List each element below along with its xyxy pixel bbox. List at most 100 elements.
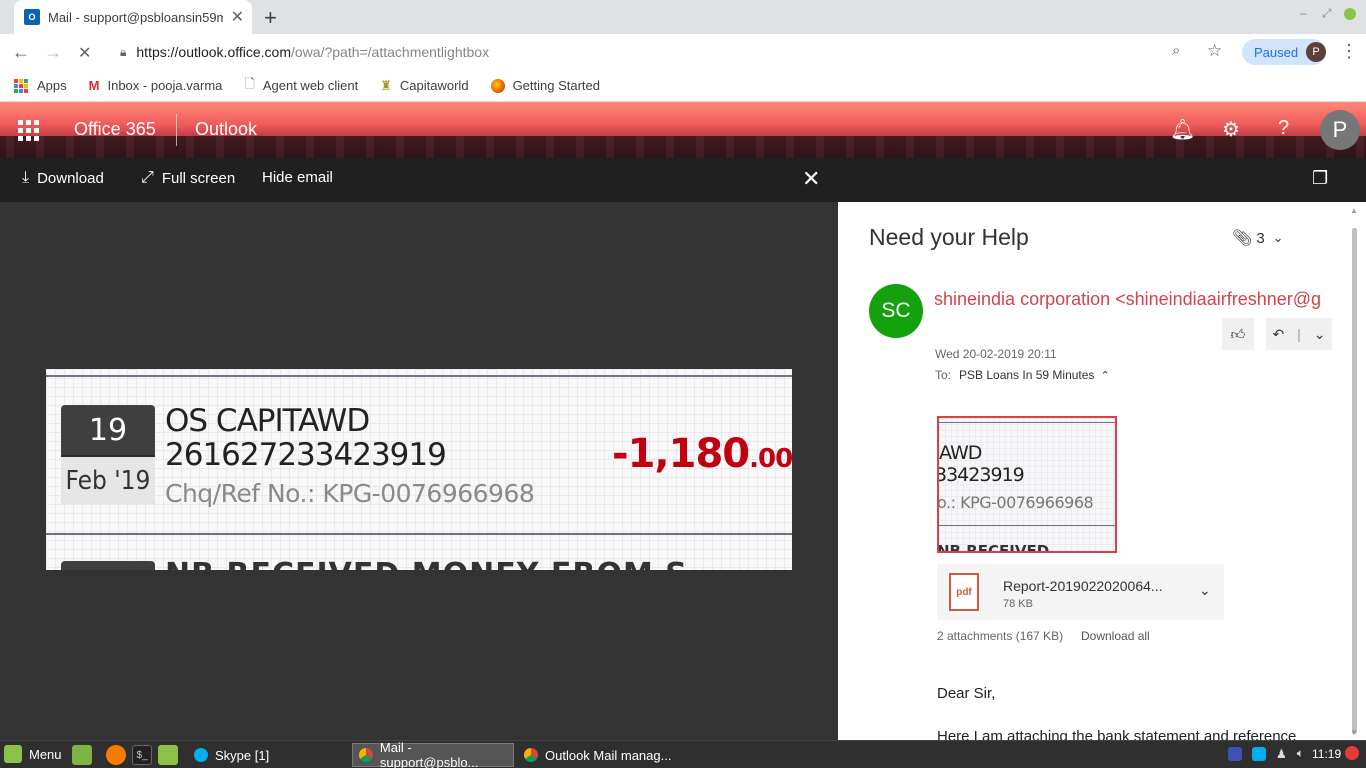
browser-tab-strip: O Mail - support@psbloansin59m ✕ + – ⤢ — [0, 0, 1366, 34]
attachment-image[interactable]: 19 Feb '19 OS CAPITAWD 261627233423919 C… — [46, 369, 792, 570]
bookmark-capitaworld[interactable]: ♜ Capitaworld — [380, 78, 468, 94]
thumbs-up-icon: 👍︎ — [1230, 325, 1246, 342]
bookmark-label: Getting Started — [512, 78, 601, 93]
sender-avatar[interactable]: SC — [869, 284, 923, 338]
outlook-app-name[interactable]: Outlook — [195, 119, 257, 140]
bookmark-apps[interactable]: Apps — [14, 78, 67, 93]
reply-all-icon: ↶ — [1272, 325, 1285, 342]
divider — [939, 422, 1115, 423]
new-tab-button[interactable]: + — [264, 5, 277, 31]
skype-tray-icon[interactable] — [1252, 746, 1266, 761]
download-all-link[interactable]: Download all — [1081, 629, 1150, 643]
stop-loading-icon[interactable]: ✕ — [78, 43, 91, 63]
header-divider — [176, 114, 177, 146]
skype-icon — [194, 748, 208, 762]
recipients-line[interactable]: To: PSB Loans In 59 Minutes ⌃ — [935, 368, 1110, 382]
folder-launcher-icon[interactable] — [158, 745, 178, 765]
mint-logo-icon — [4, 745, 22, 763]
attachment-thumbnail[interactable]: AWD 33423919 o.: KPG-0076966968 NB RECEI… — [937, 416, 1117, 553]
firefox-icon — [490, 78, 505, 93]
divider — [939, 525, 1115, 526]
notifications-bell-icon[interactable]: 🔔︎ — [1170, 117, 1195, 142]
bookmark-getting-started[interactable]: Getting Started — [490, 78, 601, 93]
power-icon[interactable] — [1345, 746, 1359, 760]
hide-email-button[interactable]: Hide email — [262, 169, 333, 186]
sent-date: Wed 20-02-2019 20:11 — [935, 347, 1057, 361]
taskbar-item-skype[interactable]: Skype [1] — [188, 743, 348, 767]
firefox-launcher-icon[interactable] — [106, 745, 126, 765]
volume-icon[interactable]: 🔈︎ — [1297, 746, 1304, 761]
bookmark-star-icon[interactable]: ☆ — [1207, 41, 1222, 61]
zoom-icon[interactable]: ⌕ — [1172, 42, 1180, 59]
outlook-favicon-icon: O — [24, 9, 40, 25]
tab-title: Mail - support@psbloansin59m — [48, 9, 223, 25]
bookmark-inbox[interactable]: M Inbox - pooja.varma — [89, 78, 223, 93]
attachment-count: 3 — [1256, 229, 1265, 247]
office365-brand[interactable]: Office 365 — [74, 119, 156, 140]
transaction-account: 261627233423919 — [165, 437, 447, 473]
attachment-lightbox-toolbar: ⤓ Download ⤢ Full screen Hide email ✕ ❐ — [0, 158, 1366, 202]
chevron-down-icon: ⌄ — [1272, 230, 1284, 245]
files-launcher-icon[interactable] — [72, 745, 92, 765]
notification-icon[interactable]: ♟ — [1276, 747, 1287, 761]
settings-gear-icon[interactable]: ⚙ — [1222, 117, 1240, 142]
collapse-caret-icon[interactable]: ⌃ — [1100, 370, 1109, 382]
bookmark-label: Apps — [37, 78, 67, 93]
chrome-icon — [524, 748, 538, 762]
task-label: Outlook Mail manag... — [545, 747, 672, 763]
menu-label: Menu — [29, 746, 62, 762]
next-date-badge — [61, 561, 155, 570]
transaction-reference: Chq/Ref No.: KPG-0076966968 — [165, 479, 535, 508]
expand-icon: ⤢ — [141, 169, 154, 186]
thumbnail-text: NB RECEIVED MONEY FROM S — [937, 542, 1050, 553]
thumbnail-text: o.: KPG-0076966968 — [937, 493, 1094, 512]
pdf-file-icon: pdf — [949, 573, 979, 611]
bookmark-label: Inbox - pooja.varma — [107, 78, 223, 93]
sender-name[interactable]: shineindia corporation <shineindiaairfre… — [934, 289, 1321, 310]
close-window-button[interactable] — [1344, 8, 1356, 20]
browser-tab[interactable]: O Mail - support@psbloansin59m ✕ — [14, 0, 252, 34]
like-button[interactable]: 👍︎ — [1222, 318, 1254, 350]
taskbar-item-mail[interactable]: Mail - support@psblo... — [352, 740, 514, 770]
close-lightbox-icon[interactable]: ✕ — [802, 166, 820, 192]
address-bar[interactable]: 🔒︎ https://outlook.office.com/owa/?path=… — [108, 38, 1232, 66]
taskbar-item-outlook-manager[interactable]: Outlook Mail manag... — [518, 743, 678, 767]
profile-avatar: P — [1306, 42, 1326, 62]
app-launcher-icon[interactable] — [0, 102, 56, 158]
scroll-down-arrow-icon[interactable]: ▼ — [1350, 728, 1358, 737]
bookmarks-bar: Apps M Inbox - pooja.varma 🗋 Agent web c… — [0, 70, 1366, 102]
scroll-up-arrow-icon[interactable]: ▲ — [1350, 206, 1358, 215]
page-icon: 🗋 — [244, 75, 255, 91]
amount-decimal: .00 — [749, 444, 792, 474]
profile-button[interactable]: Paused P — [1242, 39, 1326, 65]
chrome-icon — [359, 748, 373, 762]
full-screen-button[interactable]: ⤢ Full screen — [141, 169, 235, 187]
help-question-icon[interactable]: ? — [1278, 117, 1289, 140]
popout-window-icon[interactable]: ❐ — [1312, 168, 1328, 189]
chevron-down-icon[interactable]: ⌄ — [1314, 326, 1326, 343]
download-button[interactable]: ⤓ Download — [22, 169, 104, 187]
minimize-window-button[interactable]: – — [1300, 6, 1312, 20]
start-menu-button[interactable]: Menu — [4, 745, 62, 763]
attachments-dropdown[interactable]: 📎︎ 3 ⌄ — [1232, 228, 1284, 248]
browser-menu-icon[interactable]: ⋮ — [1340, 41, 1358, 62]
reply-all-button[interactable]: ↶ | ⌄ — [1266, 318, 1332, 350]
pdf-attachment-card[interactable]: pdf Report-2019022020064... 78 KB ⌄ — [937, 564, 1224, 620]
maximize-window-button[interactable]: ⤢ — [1322, 6, 1334, 20]
chevron-down-icon[interactable]: ⌄ — [1199, 582, 1211, 599]
terminal-launcher-icon[interactable]: $_ — [132, 745, 152, 765]
user-avatar[interactable]: P — [1320, 110, 1360, 150]
divider: | — [1297, 326, 1301, 342]
attachment-file-name: Report-2019022020064... — [1003, 578, 1163, 594]
close-tab-icon[interactable]: ✕ — [231, 7, 244, 27]
shield-icon[interactable] — [1228, 746, 1242, 761]
lock-icon[interactable]: 🔒︎ — [120, 45, 126, 60]
thumbnail-text: 33423919 — [937, 464, 1025, 486]
system-clock[interactable]: 11:19 — [1312, 747, 1341, 761]
transaction-day: 19 — [88, 412, 128, 448]
transaction-month: Feb '19 — [61, 457, 155, 504]
forward-arrow-icon[interactable]: → — [44, 42, 62, 63]
back-arrow-icon[interactable]: ← — [12, 42, 30, 63]
bookmark-agent-web-client[interactable]: 🗋 Agent web client — [244, 75, 358, 97]
reading-pane-scrollbar[interactable] — [1352, 228, 1357, 734]
